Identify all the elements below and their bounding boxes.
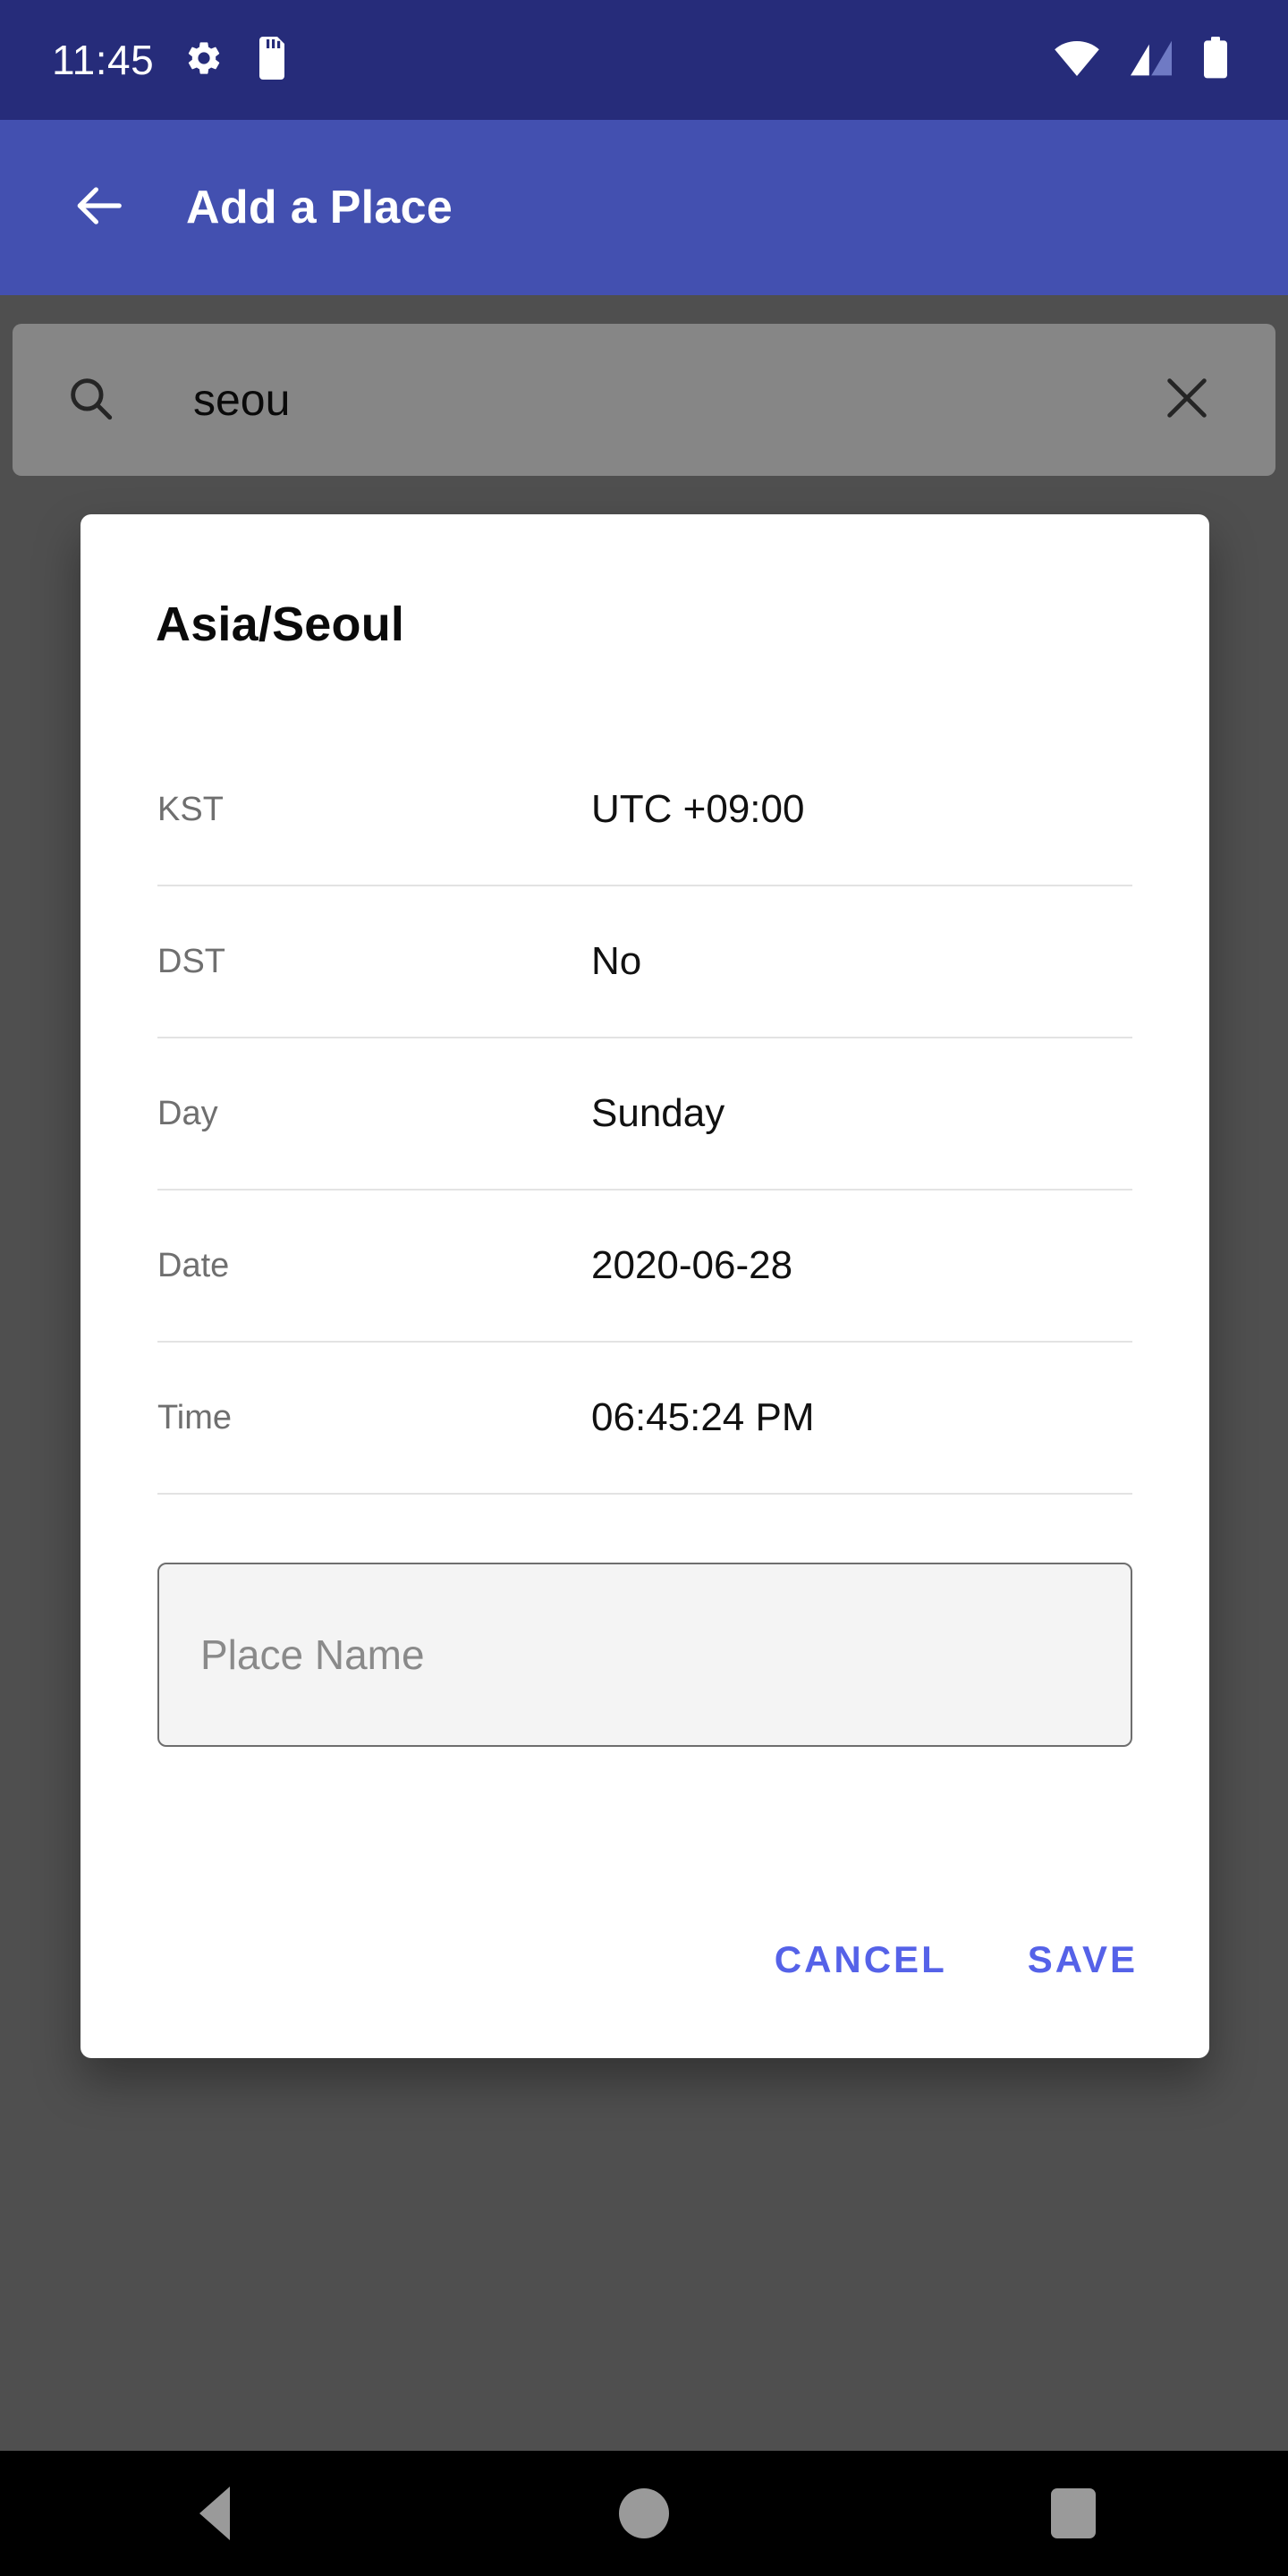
dialog-title: Asia/Seoul [156,597,405,651]
app-bar: Add a Place [0,120,1288,295]
arrow-left-icon [71,178,126,238]
row-label: Day [157,1094,218,1132]
dialog-actions: CANCEL SAVE [80,1924,1209,2058]
row-label: Time [157,1398,233,1436]
sd-card-icon [254,36,290,84]
battery-icon [1202,36,1229,84]
row-value: 06:45:24 PM [591,1395,815,1439]
status-bar-right [1054,36,1288,84]
triangle-back-icon [199,2487,230,2540]
status-bar-clock: 11:45 [52,37,155,83]
detail-rows: KST UTC +09:00 DST No Day Sunday Date 20… [80,734,1209,1495]
phone-screen: 11:45 Add a Place seou Asia/Seoul KST UT… [0,0,1288,2576]
save-button[interactable]: SAVE [1015,1924,1150,1996]
table-row: KST UTC +09:00 [157,734,1132,886]
nav-recents-button[interactable] [1011,2451,1136,2576]
gear-icon [184,38,224,82]
page-title: Add a Place [186,182,453,233]
status-bar-left: 11:45 [0,36,290,84]
row-value: Sunday [591,1091,725,1135]
wifi-icon [1054,39,1100,81]
cancel-button[interactable]: CANCEL [762,1924,960,1996]
row-value: 2020-06-28 [591,1243,793,1287]
timezone-dialog: Asia/Seoul KST UTC +09:00 DST No Day Sun… [80,514,1209,2058]
square-recents-icon [1051,2488,1096,2538]
row-value: No [591,939,642,983]
table-row: Date 2020-06-28 [157,1191,1132,1343]
circle-home-icon [619,2488,669,2538]
android-nav-bar [0,2451,1288,2576]
back-button[interactable] [52,161,145,254]
nav-back-button[interactable] [152,2451,277,2576]
row-label: DST [157,942,225,980]
place-name-field[interactable]: Place Name [157,1563,1132,1747]
table-row: Day Sunday [157,1038,1132,1191]
cellular-signal-icon [1129,39,1174,81]
row-label: Date [157,1246,230,1284]
table-row: DST No [157,886,1132,1038]
status-bar: 11:45 [0,0,1288,120]
row-label: KST [157,790,224,828]
nav-home-button[interactable] [581,2451,707,2576]
table-row: Time 06:45:24 PM [157,1343,1132,1495]
row-value: UTC +09:00 [591,787,805,831]
place-name-placeholder: Place Name [200,1631,425,1678]
